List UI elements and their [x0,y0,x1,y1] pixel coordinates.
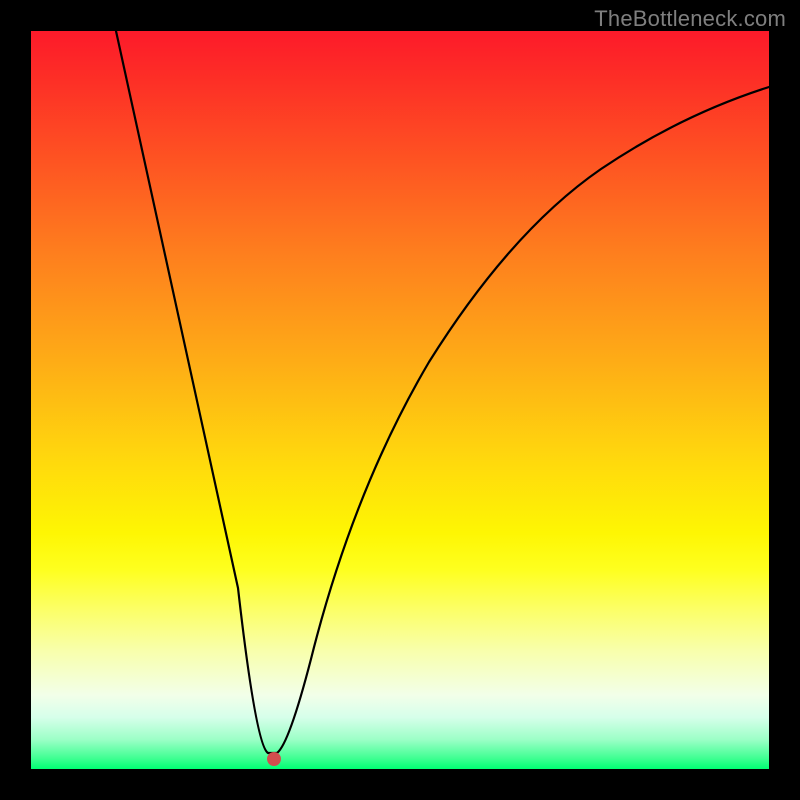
minimum-marker-dot [267,752,281,766]
root: TheBottleneck.com [0,0,800,800]
curve-path [116,31,769,753]
curve-svg [31,31,769,769]
attribution-text: TheBottleneck.com [594,6,786,32]
